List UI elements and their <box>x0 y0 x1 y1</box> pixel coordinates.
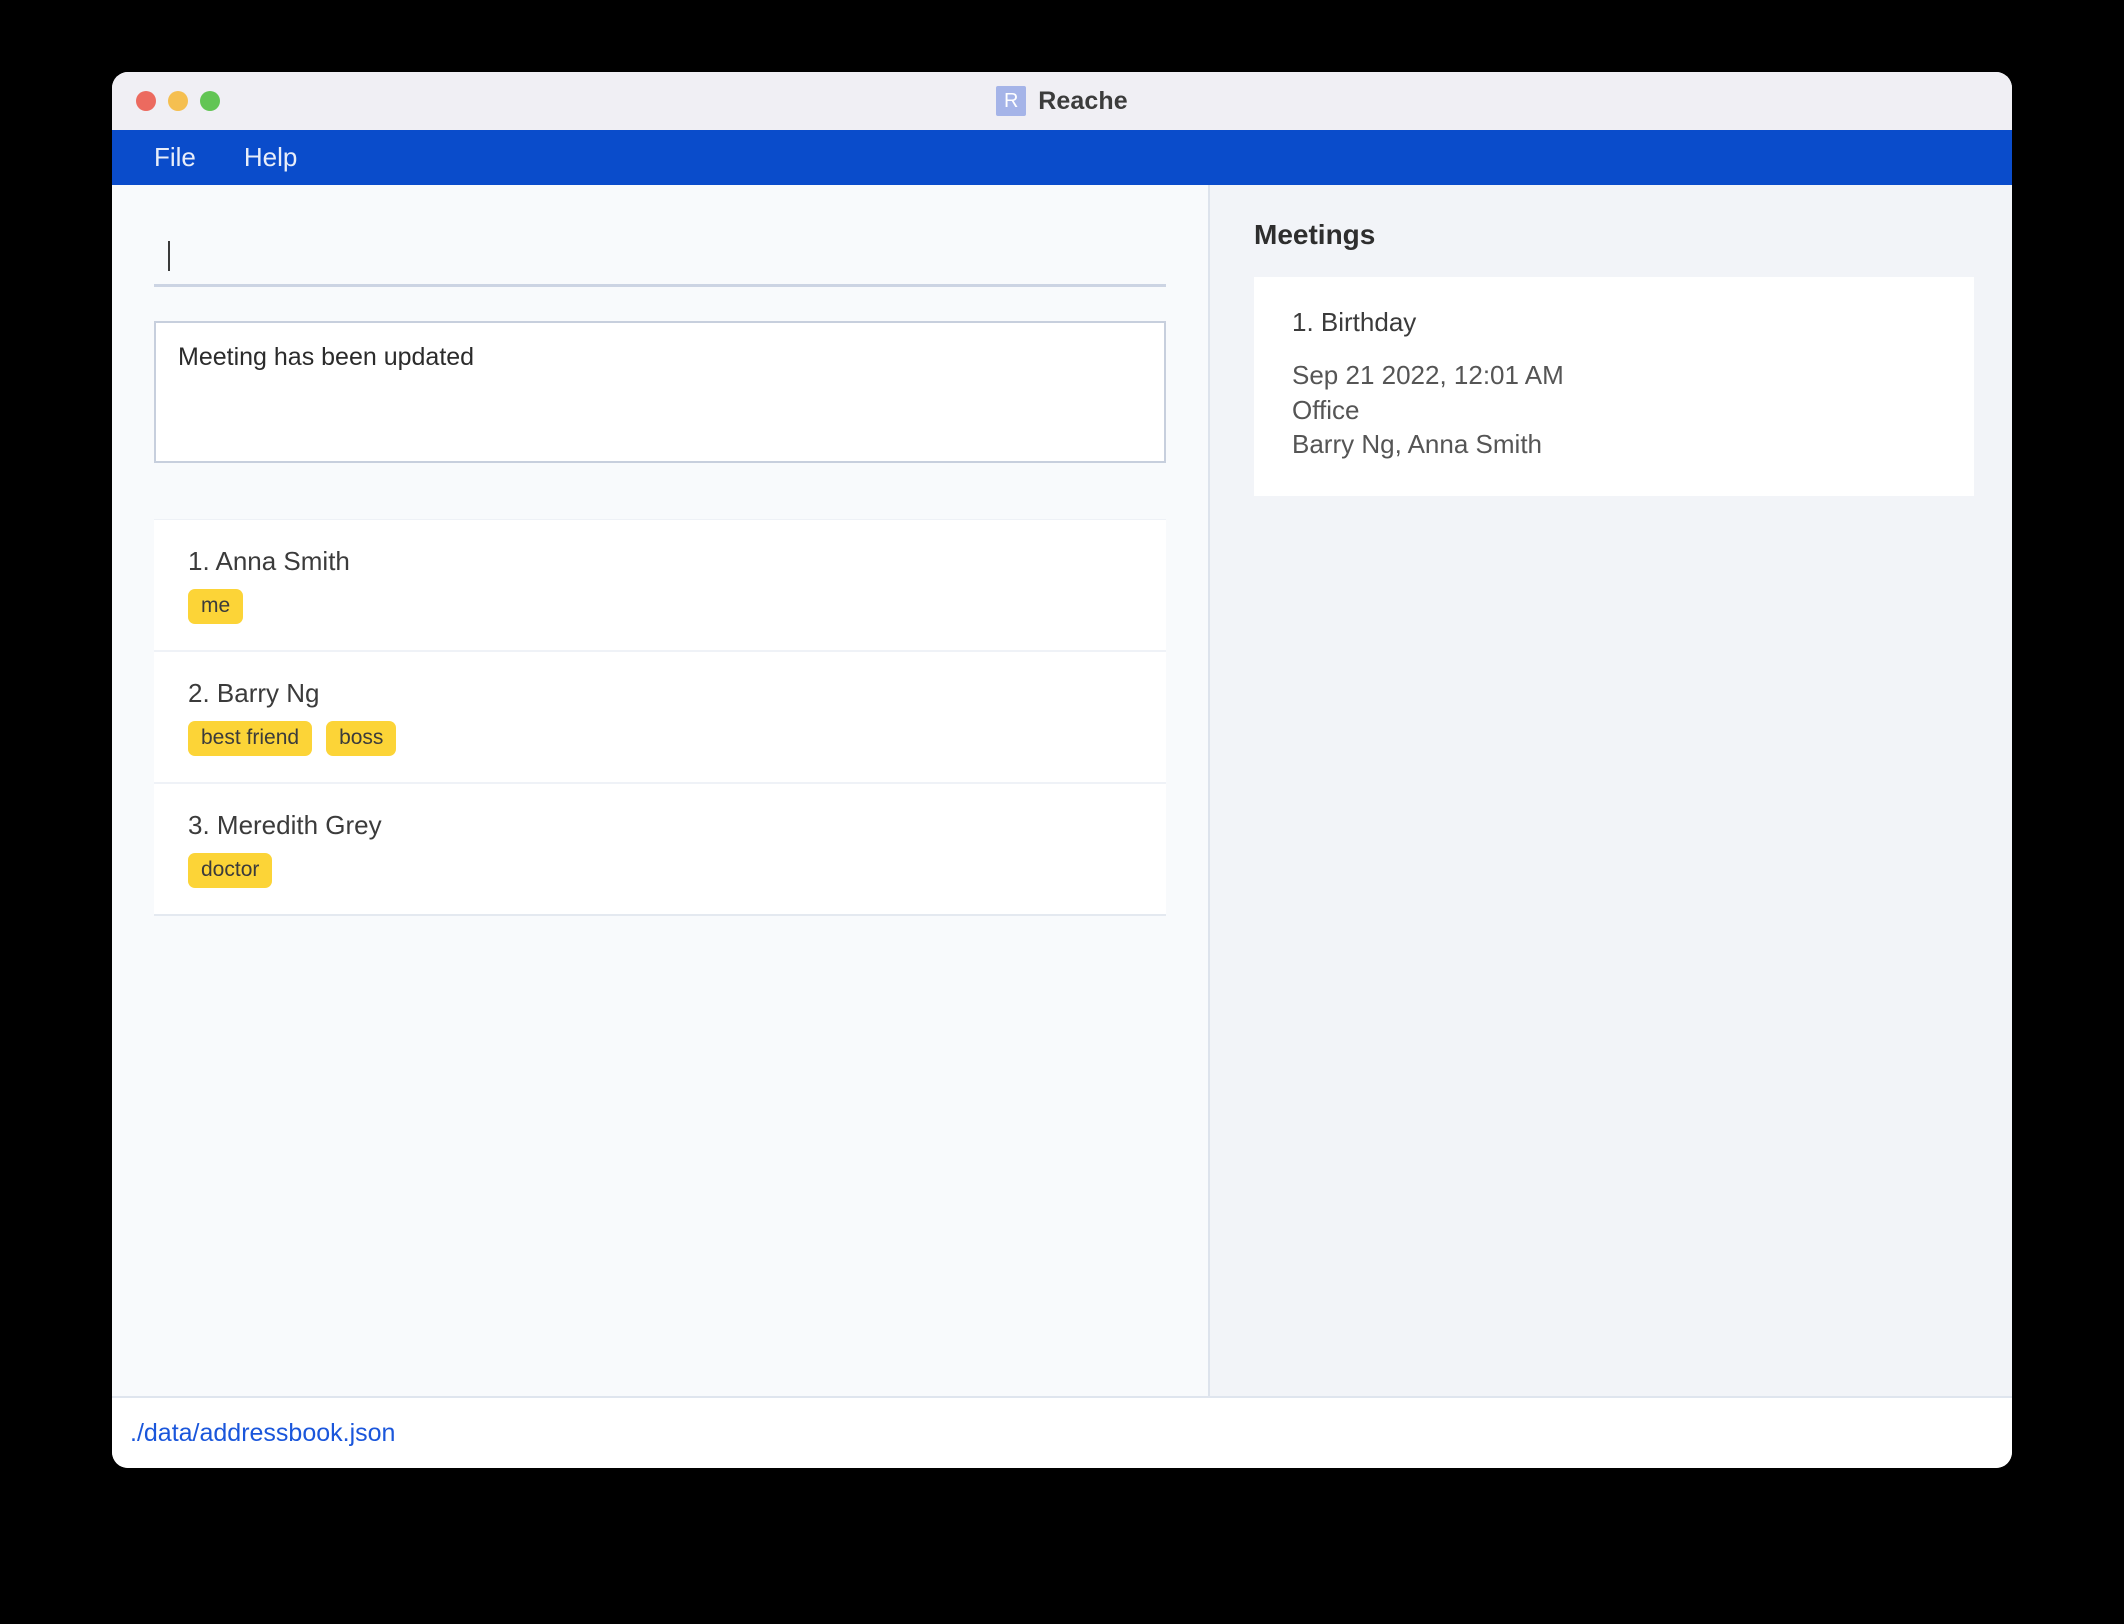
command-input[interactable] <box>154 227 1166 287</box>
contact-name: 3. Meredith Grey <box>188 810 382 841</box>
meeting-datetime: Sep 21 2022, 12:01 AM <box>1292 360 1564 390</box>
app-logo-icon: R <box>996 86 1027 116</box>
meeting-title: 1. Birthday <box>1292 307 1417 337</box>
contact-name: 2. Barry Ng <box>188 678 320 709</box>
list-item[interactable]: 3. Meredith Grey doctor <box>154 784 1166 915</box>
meeting-attendees: Barry Ng, Anna Smith <box>1292 429 1542 460</box>
page-title: Meetings <box>1254 219 1376 250</box>
status-badge: best friend <box>188 721 313 757</box>
minimize-window-button[interactable] <box>168 91 188 111</box>
list-item[interactable]: 1. Anna Smith me <box>154 520 1166 653</box>
tag-row: me <box>188 589 1132 625</box>
text-caret-icon <box>168 240 170 271</box>
window-controls[interactable] <box>136 91 220 111</box>
title-bar: R Reache <box>112 72 2012 130</box>
menu-item-help[interactable]: Help <box>230 138 311 177</box>
contact-name: 1. Anna Smith <box>188 546 350 576</box>
app-window: R Reache File Help Meeting has been upda… <box>112 72 2012 1468</box>
close-window-button[interactable] <box>136 91 156 111</box>
status-file-path: ./data/addressbook.json <box>130 1418 396 1447</box>
meeting-location: Office <box>1292 394 1360 425</box>
list-item[interactable]: 2. Barry Ng best friend boss <box>154 652 1166 785</box>
status-badge: boss <box>326 721 397 757</box>
result-message: Meeting has been updated <box>178 343 475 371</box>
window-title-group: R Reache <box>996 86 1128 116</box>
status-badge: doctor <box>188 853 273 889</box>
main-content: Meeting has been updated 1. Anna Smith m… <box>112 185 2012 1396</box>
status-badge: me <box>188 589 244 625</box>
tag-row: best friend boss <box>188 721 1132 757</box>
meetings-panel: Meetings 1. Birthday Sep 21 2022, 12:01 … <box>1210 185 2012 1396</box>
menu-bar: File Help <box>112 130 2012 185</box>
maximize-window-button[interactable] <box>200 91 220 111</box>
tag-row: doctor <box>188 853 1132 889</box>
contact-list: 1. Anna Smith me 2. Barry Ng best friend… <box>154 519 1166 917</box>
status-bar: ./data/addressbook.json <box>112 1396 2012 1468</box>
menu-item-file[interactable]: File <box>140 138 210 177</box>
left-panel: Meeting has been updated 1. Anna Smith m… <box>112 185 1210 1396</box>
list-item[interactable]: 1. Birthday Sep 21 2022, 12:01 AM Office… <box>1254 277 1974 496</box>
window-title: Reache <box>1038 86 1128 115</box>
result-display-box: Meeting has been updated <box>154 321 1166 463</box>
